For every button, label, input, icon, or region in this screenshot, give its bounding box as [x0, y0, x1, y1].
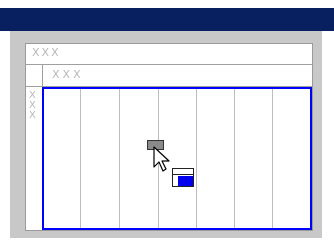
drop-target-icon [172, 168, 194, 187]
title-bar[interactable] [0, 8, 334, 31]
arrow-pointer-icon [153, 146, 170, 172]
column-header-row-1-label: XXX [32, 46, 61, 59]
drop-target-fill [178, 176, 193, 186]
row-header[interactable]: XXX [25, 87, 43, 231]
row-header-label: XXX [29, 90, 36, 121]
column-header-row-2[interactable]: XXX [25, 65, 313, 87]
column-header-row-2-label: XXX [52, 68, 84, 81]
grid-column-line [272, 89, 273, 228]
column-header-row-1[interactable]: XXX [25, 43, 313, 65]
screen: XXX XXX XXX [0, 0, 334, 241]
grid-column-line [234, 89, 235, 228]
selected-grid-area[interactable] [42, 87, 312, 230]
grid-column-line [80, 89, 81, 228]
grid-column-line [196, 89, 197, 228]
header-divider [42, 65, 43, 87]
grid-column-line [119, 89, 120, 228]
drop-target-header [173, 169, 193, 175]
